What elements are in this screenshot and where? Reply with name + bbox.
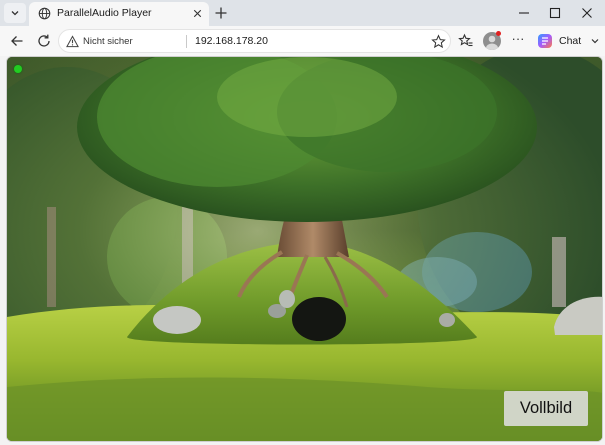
browser-toolbar: Nicht sicher 192.168.178.20 ··· Chat bbox=[0, 26, 605, 56]
star-icon[interactable] bbox=[431, 34, 446, 49]
notification-dot bbox=[496, 31, 501, 36]
close-icon[interactable] bbox=[578, 4, 596, 22]
connection-status-indicator bbox=[14, 65, 22, 73]
globe-icon bbox=[38, 7, 51, 20]
reload-icon[interactable] bbox=[36, 33, 52, 49]
address-bar[interactable]: Nicht sicher 192.168.178.20 bbox=[58, 29, 451, 53]
chevron-down-icon[interactable] bbox=[590, 36, 600, 46]
chevron-down-icon bbox=[11, 11, 19, 16]
url-divider bbox=[186, 35, 187, 48]
tab-strip: ParallelAudio Player bbox=[0, 0, 605, 26]
tab-parallelaudio[interactable]: ParallelAudio Player bbox=[29, 2, 209, 26]
tab-actions-button[interactable] bbox=[4, 3, 26, 23]
url-text[interactable]: 192.168.178.20 bbox=[195, 35, 268, 47]
tab-title: ParallelAudio Player bbox=[57, 7, 152, 19]
chat-label: Chat bbox=[559, 35, 582, 47]
security-label[interactable]: Nicht sicher bbox=[83, 36, 133, 47]
back-arrow-icon[interactable] bbox=[9, 33, 25, 49]
video-frame[interactable] bbox=[7, 57, 603, 442]
chat-button[interactable]: Chat bbox=[537, 31, 603, 51]
fullscreen-button[interactable]: Vollbild bbox=[504, 391, 588, 426]
minimize-icon[interactable] bbox=[515, 4, 533, 22]
maximize-icon[interactable] bbox=[546, 4, 564, 22]
favorites-icon[interactable] bbox=[458, 33, 474, 49]
warning-icon[interactable] bbox=[66, 35, 79, 48]
copilot-icon bbox=[538, 34, 552, 48]
video-player[interactable]: Vollbild bbox=[6, 56, 603, 442]
more-icon[interactable]: ··· bbox=[511, 32, 525, 49]
plus-icon[interactable] bbox=[213, 5, 229, 21]
close-icon[interactable] bbox=[191, 7, 204, 20]
